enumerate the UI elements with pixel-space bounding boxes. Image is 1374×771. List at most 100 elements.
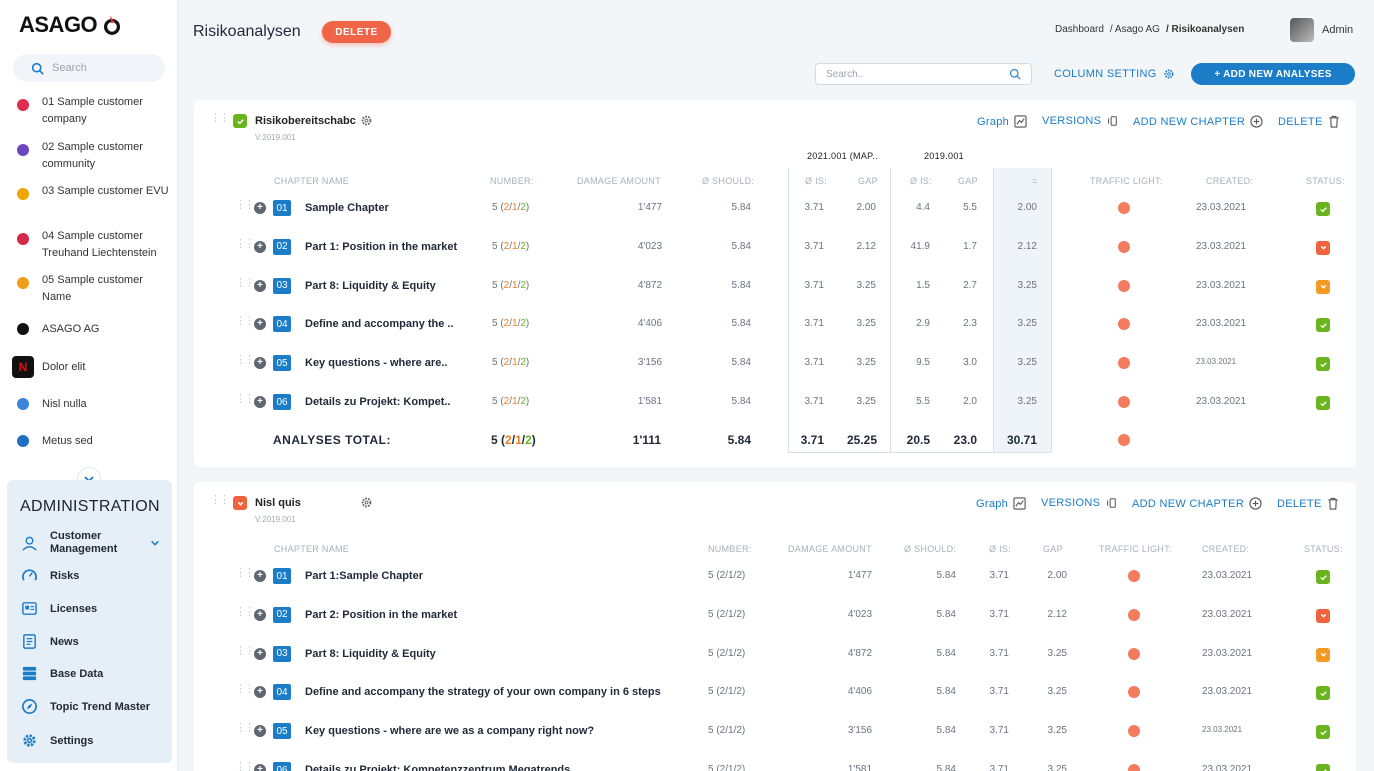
expand-row-button[interactable]: + (254, 202, 266, 214)
chapter-name[interactable]: Sample Chapter (305, 202, 389, 214)
expand-row-button[interactable]: + (254, 647, 266, 660)
drag-handle-icon[interactable]: ⋮⋮ (235, 355, 255, 366)
expand-row-button[interactable]: + (254, 318, 266, 331)
drag-handle-icon[interactable]: ⋮⋮ (235, 723, 255, 734)
drag-handle-icon[interactable]: ⋮⋮ (235, 200, 255, 211)
status-badge[interactable] (1316, 240, 1330, 255)
status-badge[interactable] (1316, 202, 1330, 216)
delete-button[interactable]: DELETE (322, 21, 391, 43)
drag-handle-icon[interactable]: ⋮⋮ (210, 495, 230, 506)
created-date: 23.03.2021 (1196, 279, 1247, 291)
graph-button[interactable]: Graph (977, 115, 1027, 128)
customer-item[interactable]: N Dolor elit (12, 356, 172, 378)
chapter-name[interactable]: Part 2: Position in the market (305, 609, 457, 621)
drag-handle-icon[interactable]: ⋮⋮ (235, 568, 255, 579)
versions-button[interactable]: VERSIONS (1041, 497, 1117, 509)
gear-icon[interactable] (360, 496, 373, 512)
user-menu[interactable]: Admin (1290, 18, 1353, 42)
delete-analysis-button[interactable]: DELETE (1278, 115, 1340, 128)
chapter-name[interactable]: Part 1: Position in the market (305, 241, 457, 253)
admin-item-licenses[interactable]: Licenses (21, 600, 97, 617)
chapter-name[interactable]: Key questions - where are.. (305, 357, 447, 369)
drag-handle-icon[interactable]: ⋮⋮ (235, 238, 255, 249)
chapter-count: 5 (2/1/2) (708, 725, 746, 737)
collapse-toggle[interactable] (233, 114, 247, 128)
gap-value: 3.25 (856, 357, 876, 369)
customer-item[interactable]: Metus sed (12, 430, 172, 452)
admin-item-topic-trend-master[interactable]: Topic Trend Master (21, 698, 150, 715)
status-badge[interactable] (1316, 647, 1330, 662)
admin-item-customer-management[interactable]: Customer Management (21, 530, 160, 556)
status-badge[interactable] (1316, 686, 1330, 701)
expand-row-button[interactable]: + (254, 764, 266, 771)
expand-row-button[interactable]: + (254, 279, 266, 292)
gear-icon[interactable] (360, 114, 373, 130)
chapter-name[interactable]: Details zu Projekt: Kompetenzzentrum Meg… (305, 764, 570, 771)
add-new-analyses-button[interactable]: + ADD NEW ANALYSES (1191, 63, 1355, 85)
admin-item-news[interactable]: News (21, 633, 79, 650)
expand-row-button[interactable]: + (254, 725, 266, 738)
admin-item-risks[interactable]: Risks (21, 567, 79, 584)
drag-handle-icon[interactable]: ⋮⋮ (235, 394, 255, 405)
number-total: 5 (491, 433, 498, 447)
chapter-name[interactable]: Part 8: Liquidity & Equity (305, 280, 436, 292)
status-badge[interactable] (1316, 725, 1330, 740)
customer-item[interactable]: Nisl nulla (12, 393, 172, 415)
created-date: 23.03.2021 (1202, 570, 1253, 581)
drag-handle-icon[interactable]: ⋮⋮ (235, 277, 255, 288)
expand-row-button[interactable]: + (254, 608, 266, 621)
breadcrumb-asago[interactable]: / Asago AG (1110, 24, 1160, 35)
graph-button[interactable]: Graph (976, 497, 1026, 510)
customer-avatar (12, 430, 34, 452)
status-badge[interactable] (1316, 279, 1330, 294)
gear-icon (23, 734, 36, 747)
drag-handle-icon[interactable]: ⋮⋮ (235, 645, 255, 656)
add-new-chapter-button[interactable]: ADD NEW CHAPTER (1132, 497, 1262, 510)
collapse-toggle[interactable] (233, 496, 247, 510)
add-new-chapter-button[interactable]: ADD NEW CHAPTER (1133, 115, 1263, 128)
customer-item[interactable]: 01 Sample customer company (12, 94, 172, 128)
search-input[interactable]: Search.. (815, 63, 1032, 85)
expand-row-button[interactable]: + (254, 240, 266, 253)
admin-item-settings[interactable]: Settings (21, 732, 93, 749)
chapter-name[interactable]: Details zu Projekt: Kompet.. (305, 396, 450, 408)
status-badge[interactable] (1316, 764, 1330, 771)
status-badge[interactable] (1316, 570, 1330, 584)
admin-item-base-data[interactable]: Base Data (21, 665, 103, 682)
chapter-name[interactable]: Define and accompany the .. (305, 318, 454, 330)
column-setting-button[interactable]: COLUMN SETTING (1054, 68, 1175, 80)
chapter-name[interactable]: Key questions - where are we as a compan… (305, 725, 594, 737)
status-badge[interactable] (1316, 608, 1330, 623)
expand-row-button[interactable]: + (254, 357, 266, 370)
delete-analysis-button[interactable]: DELETE (1277, 497, 1339, 510)
check-icon (1319, 691, 1327, 697)
status-badge[interactable] (1316, 396, 1330, 410)
breadcrumb-dashboard[interactable]: Dashboard (1055, 24, 1104, 35)
status-badge[interactable] (1316, 357, 1330, 372)
customer-item[interactable]: 05 Sample customer Name (12, 272, 172, 306)
customer-item[interactable]: 02 Sample customer community (12, 139, 172, 173)
sidebar-search[interactable]: Search (13, 54, 165, 82)
drag-handle-icon[interactable]: ⋮⋮ (210, 113, 230, 124)
drag-handle-icon[interactable]: ⋮⋮ (235, 684, 255, 695)
customer-item[interactable]: 04 Sample customer Treuhand Liechtenstei… (12, 228, 172, 262)
expand-row-button[interactable]: + (254, 396, 266, 408)
status-badge[interactable] (1316, 318, 1330, 333)
traffic-light (1128, 764, 1140, 771)
gap-value: 2.3 (963, 318, 977, 330)
expand-row-button[interactable]: + (254, 570, 266, 582)
customer-item[interactable]: 03 Sample customer EVU (12, 183, 172, 205)
chapter-name[interactable]: Part 1:Sample Chapter (305, 570, 423, 582)
expand-row-button[interactable]: + (254, 686, 266, 699)
versions-icon (1107, 498, 1117, 508)
chapter-name[interactable]: Define and accompany the strategy of you… (305, 686, 661, 698)
drag-handle-icon[interactable]: ⋮⋮ (235, 762, 255, 771)
versions-button[interactable]: VERSIONS (1042, 115, 1118, 127)
customer-item[interactable]: ASAGO AG (12, 318, 172, 340)
chapter-name[interactable]: Part 8: Liquidity & Equity (305, 648, 436, 660)
should-value: 5.84 (731, 279, 751, 291)
asago-logo[interactable]: ASAGO (19, 12, 123, 38)
number-low: 2 (520, 240, 526, 252)
drag-handle-icon[interactable]: ⋮⋮ (235, 316, 255, 327)
drag-handle-icon[interactable]: ⋮⋮ (235, 606, 255, 617)
